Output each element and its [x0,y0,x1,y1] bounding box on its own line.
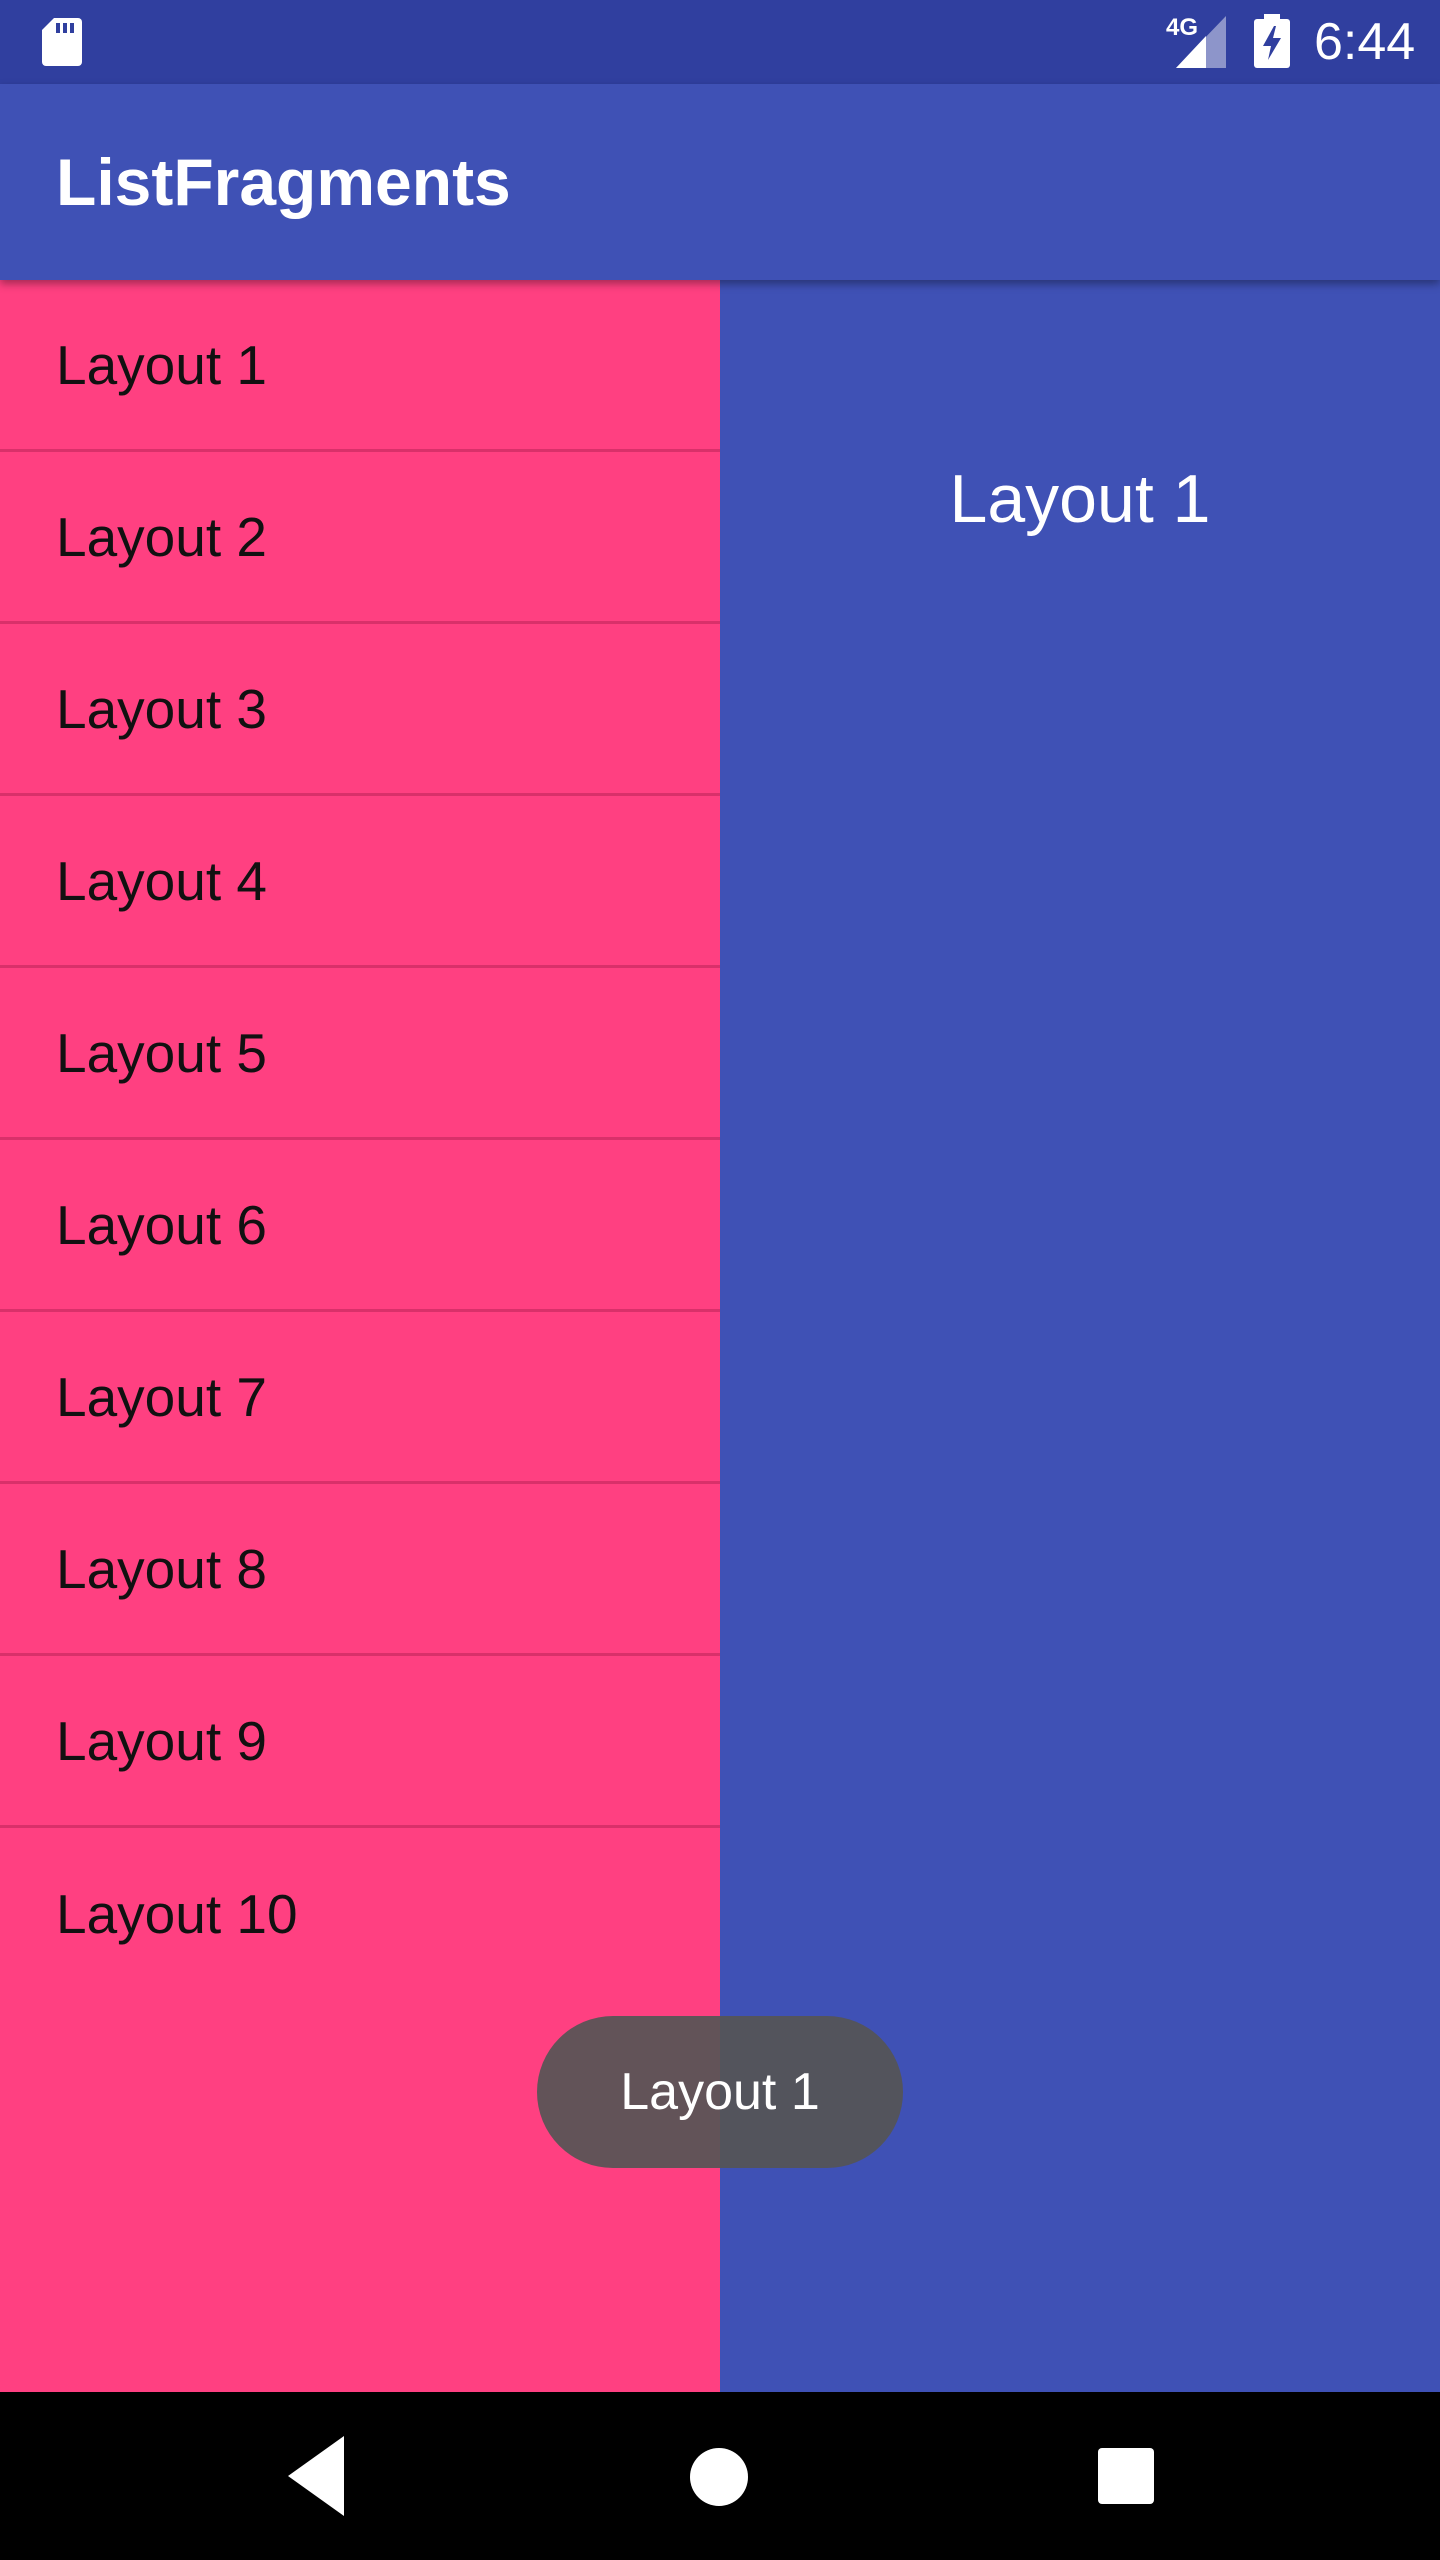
list-item[interactable]: Layout 6 [0,1140,720,1312]
list-item[interactable]: Layout 1 [0,280,720,452]
toast: Layout 1 [537,2016,903,2168]
signal-icon [1176,16,1226,68]
back-icon[interactable] [288,2436,344,2516]
list-item-label: Layout 1 [56,333,268,396]
list-item-label: Layout 5 [56,1021,268,1084]
list-item[interactable]: Layout 9 [0,1656,720,1828]
list-item-label: Layout 8 [56,1537,268,1600]
recents-icon[interactable] [1098,2448,1154,2504]
list-item-label: Layout 9 [56,1709,268,1772]
list-item-label: Layout 7 [56,1365,268,1428]
list-item[interactable]: Layout 5 [0,968,720,1140]
app-bar: ListFragments [0,84,1440,280]
list-item[interactable]: Layout 10 [0,1828,720,2000]
list-item[interactable]: Layout 3 [0,624,720,796]
app-title: ListFragments [56,145,511,219]
home-icon[interactable] [690,2448,748,2506]
list-item[interactable]: Layout 7 [0,1312,720,1484]
clock: 6:44 [1314,13,1416,71]
status-bar: 4G 6:44 [0,0,1440,84]
list-item-label: Layout 2 [56,505,268,568]
toast-message: Layout 1 [620,2063,820,2121]
detail-title: Layout 1 [949,461,1211,537]
list-item[interactable]: Layout 4 [0,796,720,968]
list-item-label: Layout 4 [56,849,268,912]
list-item[interactable]: Layout 2 [0,452,720,624]
list-item-label: Layout 6 [56,1193,268,1256]
sd-card-icon [42,18,82,66]
list-item[interactable]: Layout 8 [0,1484,720,1656]
battery-charging-icon [1254,14,1290,68]
list-item-label: Layout 10 [56,1883,298,1945]
list-item-label: Layout 3 [56,677,268,740]
navigation-bar [0,2392,1440,2560]
